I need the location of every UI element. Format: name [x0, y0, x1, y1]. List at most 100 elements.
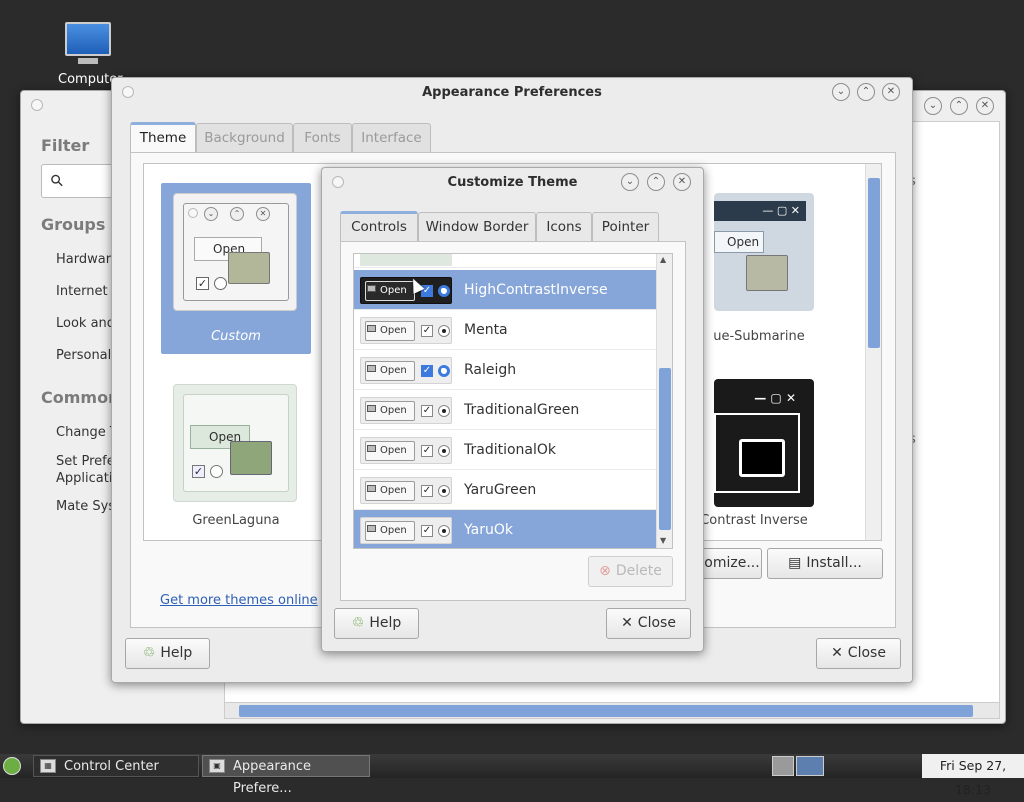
tab-controls[interactable]: Controls	[340, 211, 418, 242]
appearance-close-button[interactable]: ✕	[882, 83, 900, 101]
theme-name-label: TraditionalGreen	[464, 402, 580, 418]
controls-preview: Open ✓	[360, 517, 452, 544]
controls-preview: Open ✓	[360, 277, 452, 304]
checkbox-icon: ✓	[192, 465, 205, 478]
close-icon: ✕	[831, 645, 843, 661]
group-item[interactable]: Look and	[56, 316, 115, 331]
tab-icons[interactable]: Icons	[536, 212, 592, 242]
list-scroll-thumb[interactable]	[659, 368, 671, 530]
delete-icon: ⊗	[599, 563, 611, 579]
theme-preview: Open ✓	[173, 384, 297, 502]
scroll-up-arrow[interactable]: ▲	[660, 255, 666, 264]
folder-icon	[367, 525, 376, 532]
appearance-help-button[interactable]: ♲ Help	[125, 638, 210, 669]
appearance-window-title: Appearance Preferences	[422, 85, 602, 100]
radio-icon	[438, 525, 450, 537]
bottom-panel: ▦ Control Center ▣ Appearance Prefere... F…	[0, 754, 1024, 797]
control-center-close-button[interactable]: ✕	[976, 97, 994, 115]
install-button[interactable]: ▤ Install...	[767, 548, 883, 579]
radio-icon	[214, 277, 227, 290]
theme-list-row[interactable]: Open ✓ TraditionalOk	[354, 430, 656, 470]
radio-icon	[438, 285, 450, 297]
tab-pointer[interactable]: Pointer	[592, 212, 659, 242]
list-vertical-scrollbar[interactable]: ▲ ▼	[656, 254, 672, 548]
minimize-icon: ⌄	[928, 100, 938, 111]
theme-list-row[interactable]: Open ✓ HighContrastInverse	[354, 270, 656, 310]
checkbox-icon: ✓	[196, 277, 209, 290]
controls-preview: Open ✓	[360, 357, 452, 384]
controls-preview: Open ✓	[360, 397, 452, 424]
group-item[interactable]: Personal	[56, 348, 111, 363]
show-desktop-icon[interactable]	[3, 757, 21, 775]
workspace-switcher-1[interactable]	[772, 756, 794, 776]
theme-preview: ⌄ ⌃ ✕ Open ✓	[173, 193, 297, 311]
folder-icon	[228, 252, 270, 284]
tab-fonts[interactable]: Fonts	[293, 123, 352, 153]
radio-icon	[438, 325, 450, 337]
common-task-item[interactable]: Change T	[56, 425, 118, 440]
customize-close-button[interactable]: ✕	[673, 173, 691, 191]
list-partial-row	[354, 254, 656, 268]
theme-list-row[interactable]: Open ✓ YaruGreen	[354, 470, 656, 510]
tab-theme[interactable]: Theme	[130, 122, 196, 153]
theme-list-row[interactable]: Open ✓ YaruOk	[354, 510, 656, 548]
theme-item-greenlaguna[interactable]: Open ✓ GreenLaguna	[161, 379, 311, 539]
gallery-scroll-thumb[interactable]	[868, 178, 880, 348]
group-item[interactable]: Hardware	[56, 252, 119, 267]
control-center-maximize-button[interactable]: ⌃	[950, 97, 968, 115]
minimize-icon: ⌄	[836, 86, 846, 97]
maximize-icon: ⌃	[861, 86, 871, 97]
workspace-switcher-2[interactable]	[796, 756, 824, 776]
customize-theme-dialog: Customize Theme ⌄ ⌃ ✕ Controls Window Bo…	[321, 167, 704, 652]
groups-heading: Groups	[41, 215, 106, 234]
appearance-minimize-button[interactable]: ⌄	[832, 83, 850, 101]
tab-background[interactable]: Background	[196, 123, 293, 153]
help-icon: ♲	[142, 645, 156, 661]
radio-icon	[438, 365, 450, 377]
customize-maximize-button[interactable]: ⌃	[647, 173, 665, 191]
folder-icon	[746, 255, 788, 291]
tab-interface[interactable]: Interface	[352, 123, 431, 153]
taskbar-appearance-preferences[interactable]: ▣ Appearance Prefere...	[202, 755, 370, 796]
customize-minimize-button[interactable]: ⌄	[621, 173, 639, 191]
search-icon: ⚲	[45, 169, 68, 192]
theme-item-custom[interactable]: ⌄ ⌃ ✕ Open ✓ Custom	[161, 183, 311, 354]
taskbar-control-center[interactable]: ▦ Control Center	[33, 755, 199, 777]
gallery-vertical-scrollbar[interactable]	[865, 164, 881, 540]
theme-list-row[interactable]: Open ✓ TraditionalGreen	[354, 390, 656, 430]
control-center-minimize-button[interactable]: ⌄	[924, 97, 942, 115]
customize-help-button[interactable]: ♲ Help	[334, 608, 419, 639]
radio-icon	[438, 485, 450, 497]
checkbox-icon: ✓	[421, 485, 433, 497]
theme-label-blue-submarine: ue-Submarine	[713, 329, 805, 344]
customize-button[interactable]: omize...	[702, 548, 762, 579]
horizontal-scroll-thumb[interactable]	[239, 705, 973, 717]
maximize-icon: ⌃	[651, 176, 661, 187]
checkbox-icon: ✓	[421, 445, 433, 457]
tab-window-border[interactable]: Window Border	[418, 212, 536, 242]
folder-icon: ▤	[788, 555, 802, 571]
window-menu-dot[interactable]	[31, 99, 43, 111]
folder-icon	[367, 365, 376, 372]
preview-minimize-icon: ⌄	[204, 207, 218, 221]
close-icon: ✕	[621, 615, 633, 631]
preview-open-button: Open	[714, 231, 764, 253]
appearance-close-dialog-button[interactable]: ✕ Close	[816, 638, 901, 669]
theme-list-row[interactable]: Open ✓ Menta	[354, 310, 656, 350]
folder-icon	[739, 439, 785, 477]
clock[interactable]: Fri Sep 27, 18:13	[922, 754, 1024, 797]
radio-icon	[438, 445, 450, 457]
horizontal-scrollbar[interactable]	[225, 702, 999, 718]
get-more-themes-link[interactable]: Get more themes online	[160, 593, 318, 608]
scroll-down-arrow[interactable]: ▼	[660, 536, 666, 545]
customize-close-dialog-button[interactable]: ✕ Close	[606, 608, 691, 639]
theme-list-row[interactable]: Open ✓ Raleigh	[354, 350, 656, 390]
folder-icon	[367, 445, 376, 452]
controls-preview: Open ✓	[360, 477, 452, 504]
theme-name-label: Raleigh	[464, 362, 517, 378]
checkbox-icon: ✓	[421, 525, 433, 537]
folder-icon	[367, 325, 376, 332]
partial-preview	[360, 254, 452, 266]
theme-label-custom: Custom	[211, 329, 261, 344]
appearance-maximize-button[interactable]: ⌃	[857, 83, 875, 101]
